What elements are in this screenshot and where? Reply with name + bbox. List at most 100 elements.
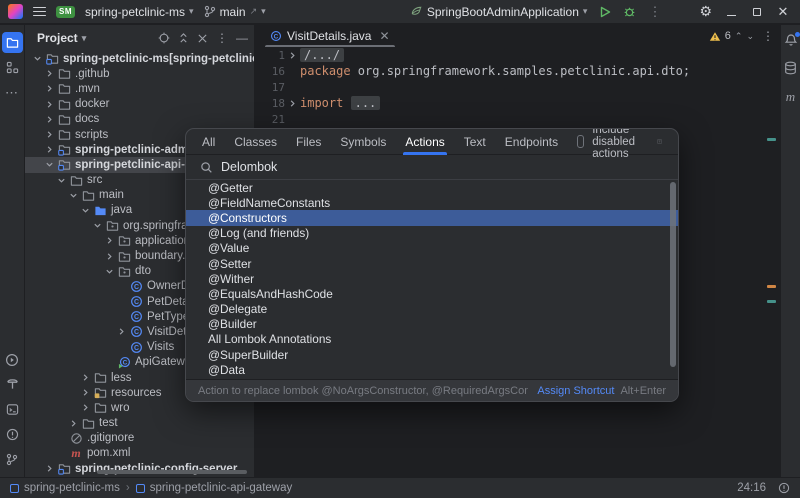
maximize-button[interactable] [750, 5, 764, 18]
expand-all-icon[interactable] [178, 32, 189, 44]
chevron-right-icon[interactable] [43, 464, 56, 473]
chevron-down-icon[interactable] [103, 267, 116, 276]
panel-options-icon[interactable]: ⋮ [216, 31, 228, 45]
action-item--constructors[interactable]: @Constructors [186, 210, 678, 225]
editor-tab-visitdetails[interactable]: C VisitDetails.java ✕ [263, 25, 397, 47]
tree-item--gitignore[interactable]: .gitignore [25, 431, 254, 446]
close-button[interactable]: ✕ [776, 5, 790, 18]
debug-button[interactable] [623, 5, 636, 18]
code-line-18[interactable]: 18import ... [255, 95, 780, 111]
breadcrumb-spring-petclinic-api-gateway[interactable]: spring-petclinic-api-gateway [136, 482, 293, 494]
action-item--builder[interactable]: @Builder [186, 317, 678, 332]
popup-tab-classes[interactable]: Classes [234, 129, 277, 155]
services-tool-button[interactable] [2, 349, 23, 370]
tree-item-test[interactable]: test [25, 416, 254, 431]
tree-item-wro[interactable]: wro [25, 400, 254, 415]
action-item--delegate[interactable]: @Delegate [186, 302, 678, 317]
maven-tool-button[interactable]: m [786, 89, 795, 105]
prev-warning-icon[interactable]: ⌃ [735, 31, 743, 42]
chevron-down-icon[interactable] [31, 54, 44, 63]
build-tool-button[interactable] [2, 374, 23, 395]
run-configuration-selector[interactable]: SpringBootAdminApplication ▾ [410, 5, 588, 19]
code-line-16[interactable]: 16package org.springframework.samples.pe… [255, 63, 780, 79]
chevron-right-icon[interactable] [79, 388, 92, 397]
code-line-1[interactable]: 1/.../ [255, 47, 780, 63]
action-item--setter[interactable]: @Setter [186, 256, 678, 271]
action-item-all-lombok-annotations[interactable]: All Lombok Annotations [186, 332, 678, 347]
popup-scrollbar[interactable] [670, 182, 676, 367]
action-item--data[interactable]: @Data [186, 362, 678, 377]
tree-item-spring-petclinic-ms[interactable]: spring-petclinic-ms [spring-petclinic-mi… [25, 51, 254, 66]
action-item--log-and-friends-[interactable]: @Log (and friends) [186, 226, 678, 241]
vcs-tool-button[interactable] [2, 449, 23, 470]
popup-tab-actions[interactable]: Actions [405, 129, 444, 155]
horizontal-scrollbar[interactable] [97, 470, 247, 474]
caret-position[interactable]: 24:16 [737, 482, 766, 494]
chevron-right-icon[interactable] [43, 145, 56, 154]
action-item--value[interactable]: @Value [186, 241, 678, 256]
filter-icon[interactable] [657, 136, 662, 147]
locate-file-icon[interactable] [158, 32, 170, 44]
chevron-right-icon[interactable] [103, 252, 116, 261]
project-switcher[interactable]: spring-petclinic-ms ▾ [85, 5, 194, 19]
search-query[interactable]: Delombok [221, 160, 277, 174]
fold-marker-icon[interactable] [285, 51, 300, 60]
hide-panel-icon[interactable]: — [236, 31, 248, 45]
close-tab-icon[interactable]: ✕ [379, 29, 389, 43]
popup-tab-symbols[interactable]: Symbols [340, 129, 386, 155]
tree-item-docker[interactable]: docker [25, 97, 254, 112]
minimize-button[interactable] [724, 5, 738, 18]
tree-item--mvn[interactable]: .mvn [25, 81, 254, 96]
code-line-17[interactable]: 17 [255, 79, 780, 95]
chevron-right-icon[interactable] [43, 84, 56, 93]
chevron-down-icon[interactable] [55, 176, 68, 185]
tree-item-docs[interactable]: docs [25, 112, 254, 127]
run-button[interactable] [599, 6, 611, 18]
project-panel-title[interactable]: Project ▾ [37, 31, 86, 45]
chevron-right-icon[interactable] [79, 373, 92, 382]
problems-tool-button[interactable] [2, 424, 23, 445]
chevron-right-icon[interactable] [43, 69, 56, 78]
chevron-right-icon[interactable] [67, 419, 80, 428]
action-item--equalsandhashcode[interactable]: @EqualsAndHashCode [186, 286, 678, 301]
collapse-all-icon[interactable] [197, 33, 208, 44]
popup-tab-text[interactable]: Text [464, 129, 486, 155]
chevron-right-icon[interactable] [103, 236, 116, 245]
terminal-tool-button[interactable] [2, 399, 23, 420]
status-notifications-icon[interactable] [778, 482, 790, 494]
include-disabled-checkbox[interactable] [577, 135, 584, 148]
action-item--wither[interactable]: @Wither [186, 271, 678, 286]
action-item--getter[interactable]: @Getter [186, 180, 678, 195]
main-menu-icon[interactable] [33, 7, 46, 17]
more-actions-icon[interactable]: ⋮ [648, 4, 661, 20]
chevron-down-icon[interactable] [79, 206, 92, 215]
popup-tab-all[interactable]: All [202, 129, 215, 155]
assign-shortcut-link[interactable]: Assign Shortcut [537, 385, 614, 397]
chevron-right-icon[interactable] [43, 130, 56, 139]
chevron-right-icon[interactable] [43, 100, 56, 109]
structure-tool-button[interactable] [2, 57, 23, 78]
notifications-bell-button[interactable] [784, 33, 798, 47]
inspection-widget[interactable]: 6 ⌃ ⌄ [709, 30, 754, 42]
tab-options-icon[interactable]: ⋮ [762, 29, 774, 43]
action-item--utilityclass[interactable]: @UtilityClass [186, 377, 678, 379]
code-line-21[interactable]: 21 [255, 111, 780, 127]
action-item--fieldnameconstants[interactable]: @FieldNameConstants [186, 195, 678, 210]
popup-tab-endpoints[interactable]: Endpoints [505, 129, 558, 155]
chevron-right-icon[interactable] [115, 327, 128, 336]
popup-search-row[interactable]: Delombok [186, 155, 678, 180]
action-item--superbuilder[interactable]: @SuperBuilder [186, 347, 678, 362]
chevron-down-icon[interactable] [91, 221, 104, 230]
tree-item-pom-xml[interactable]: mpom.xml [25, 446, 254, 461]
database-tool-button[interactable] [784, 61, 797, 75]
project-tool-button[interactable] [2, 32, 23, 53]
chevron-right-icon[interactable] [43, 115, 56, 124]
chevron-right-icon[interactable] [79, 403, 92, 412]
next-warning-icon[interactable]: ⌄ [746, 31, 754, 42]
breadcrumb-spring-petclinic-ms[interactable]: spring-petclinic-ms [10, 482, 120, 494]
settings-gear-icon[interactable]: ⚙ [699, 3, 712, 20]
tree-item--github[interactable]: .github [25, 66, 254, 81]
chevron-down-icon[interactable] [67, 191, 80, 200]
vcs-widget[interactable]: main ↗ ▾ [204, 5, 266, 19]
fold-marker-icon[interactable] [285, 99, 300, 108]
